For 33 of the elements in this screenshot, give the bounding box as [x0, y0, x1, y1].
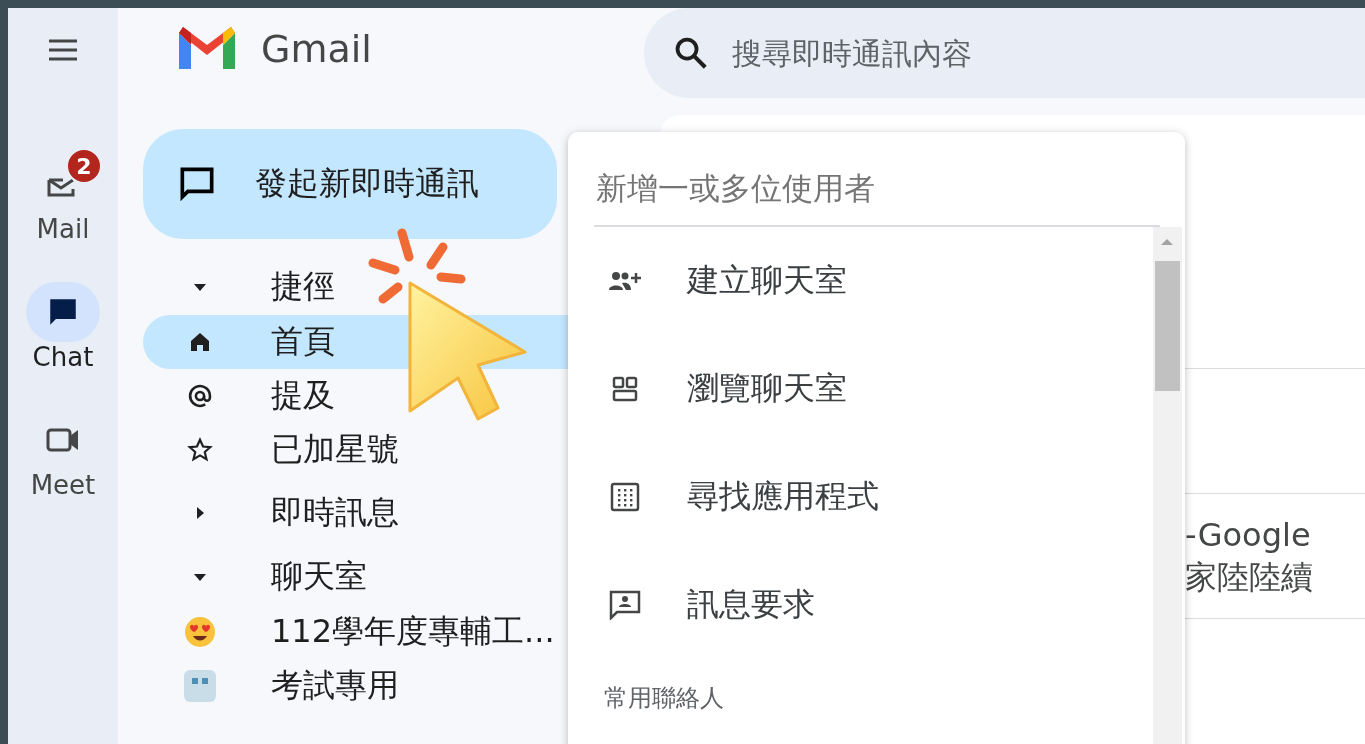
star-icon [187, 437, 213, 463]
app-name: Gmail [261, 27, 372, 71]
compose-button[interactable]: 發起新即時通訊 [143, 129, 557, 239]
unread-badge: 2 [66, 148, 102, 184]
heart-eyes-emoji-icon [184, 616, 216, 648]
video-camera-icon [45, 426, 81, 454]
rail-label[interactable]: Chat [32, 342, 94, 372]
menu-icon[interactable] [48, 38, 78, 62]
nav-section-header[interactable]: 聊天室 [143, 549, 570, 605]
scrollbar[interactable] [1153, 227, 1182, 744]
section-heading: 常用聯絡人 [603, 683, 725, 714]
dotted-grid-icon [610, 482, 640, 512]
nav-section-header[interactable]: 即時訊息 [143, 485, 570, 541]
menu-item[interactable]: 瀏覽聊天室 [568, 335, 1153, 443]
message-snippet: -Google 家陸陸續 [1185, 515, 1314, 598]
home-icon [188, 330, 212, 354]
menu-item[interactable]: 訊息要求 [568, 551, 1153, 659]
nav-item[interactable]: 考試專用 [143, 659, 570, 713]
message-request-icon [609, 590, 641, 620]
search-input[interactable]: 搜尋即時通訊內容 [730, 34, 1234, 72]
rail-label[interactable]: Mail [36, 214, 90, 244]
menu-item[interactable]: 尋找應用程式 [568, 443, 1153, 551]
at-sign-icon [186, 382, 214, 410]
nav-item[interactable]: 已加星號 [143, 423, 570, 477]
search-bar[interactable]: 搜尋即時通訊內容 [644, 8, 1365, 98]
add-people-icon [608, 269, 642, 293]
room-square-icon [184, 670, 216, 702]
nav-section-header[interactable]: 捷徑 [143, 259, 570, 315]
nav-item[interactable]: 112學年度專輔工... [143, 605, 570, 659]
grid-cards-icon [612, 376, 638, 402]
nav-item[interactable]: 提及 [143, 369, 570, 423]
rail-label[interactable]: Meet [30, 470, 96, 500]
menu-item[interactable]: 建立聊天室 [568, 227, 1153, 335]
